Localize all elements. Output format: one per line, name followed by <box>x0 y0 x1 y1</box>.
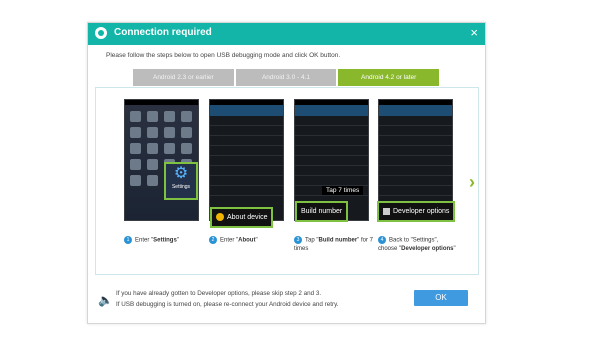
step1-caption: 1 Enter "Settings" <box>124 236 202 245</box>
step2-caption: 2 Enter "About" <box>209 236 287 245</box>
note-skip-steps: If you have already gotten to Developer … <box>116 290 322 297</box>
app-logo-icon <box>95 27 107 39</box>
android-version-tabs: Android 2.3 or earlier Android 3.0 - 4.1… <box>133 69 440 86</box>
tab-android-3-0[interactable]: Android 3.0 - 4.1 <box>235 69 337 86</box>
note-reconnect: If USB debugging is turned on, please re… <box>116 301 339 308</box>
build-number-callout: Build number <box>295 201 349 222</box>
developer-options-callout: Developer options <box>377 201 456 222</box>
developer-icon <box>383 207 390 215</box>
title-bar: Connection required × <box>88 23 485 45</box>
tap-7-times-badge: Tap 7 times <box>322 186 364 195</box>
step4-caption: 4 Back to "Settings", choose "Developer o… <box>378 236 456 252</box>
dialog-title: Connection required <box>114 27 212 38</box>
bulb-icon <box>216 213 224 222</box>
about-device-callout: About device <box>210 207 274 228</box>
connection-dialog: Connection required × Please follow the … <box>87 22 486 324</box>
tab-android-2-3[interactable]: Android 2.3 or earlier <box>133 69 234 86</box>
steps-panel: ⚙ Settings About device Tap 7 times Buil… <box>95 87 479 275</box>
close-icon[interactable]: × <box>470 25 478 41</box>
settings-highlight: ⚙ Settings <box>164 162 198 200</box>
ok-button[interactable]: OK <box>414 290 468 306</box>
step1-phone-image: ⚙ Settings <box>124 99 199 221</box>
speaker-icon: 🔈 <box>98 293 113 307</box>
gear-icon: ⚙ <box>173 165 189 182</box>
step3-caption: 3 Tap "Build number" for 7 times <box>294 236 373 252</box>
next-arrow-icon[interactable]: › <box>469 172 475 193</box>
tab-android-4-2[interactable]: Android 4.2 or later <box>338 69 440 86</box>
settings-callout-label: Settings <box>171 184 191 190</box>
instruction-text: Please follow the steps below to open US… <box>106 52 341 59</box>
step2-phone-image <box>209 99 284 221</box>
